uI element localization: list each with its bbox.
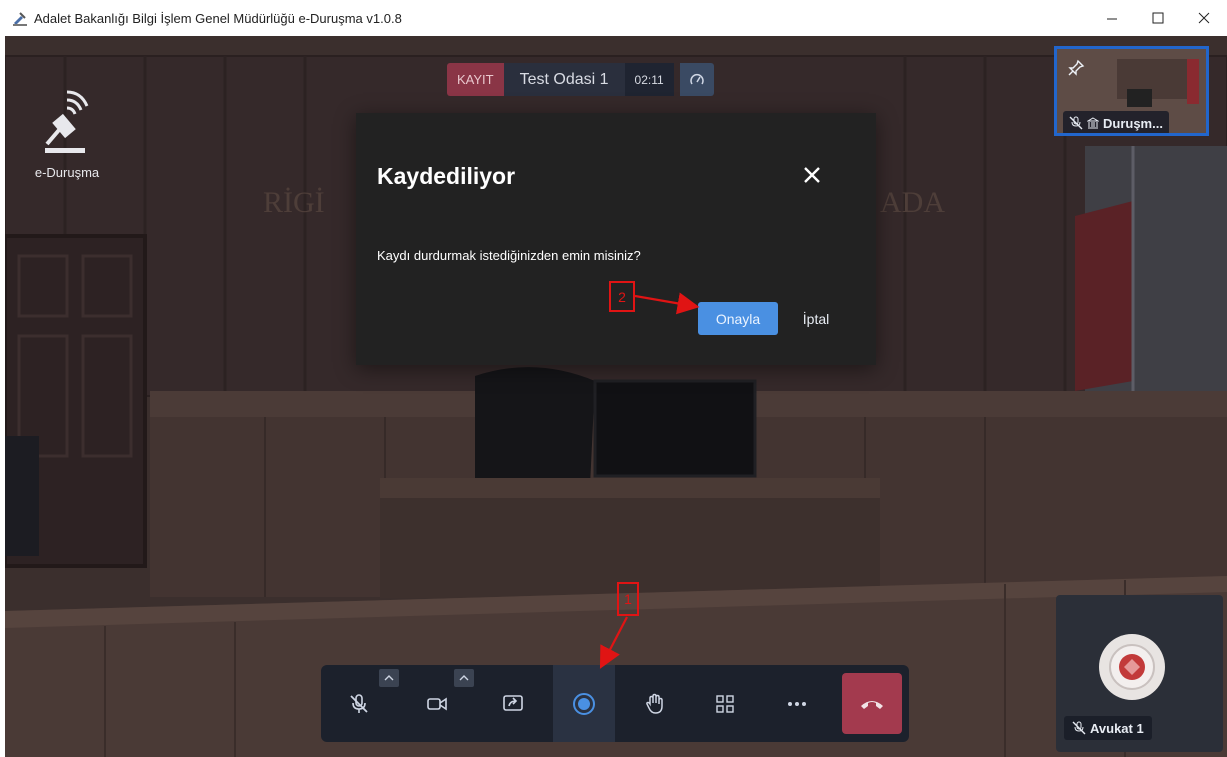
window-title-bar: Adalet Bakanlığı Bilgi İşlem Genel Müdür…	[0, 0, 1227, 36]
chevron-up-icon[interactable]	[379, 669, 399, 687]
grid-view-icon[interactable]	[697, 665, 753, 742]
participant-tile-durusma[interactable]: Duruşm...	[1054, 46, 1209, 136]
annotation-step-1: 1	[617, 582, 639, 616]
microphone-muted-icon	[1069, 116, 1083, 130]
svg-text:RİGİ: RİGİ	[263, 186, 325, 219]
raise-hand-icon[interactable]	[627, 665, 683, 742]
confirm-dialog: Kaydediliyor Kaydı durdurmak istediğiniz…	[356, 113, 876, 365]
screen-share-icon[interactable]	[485, 665, 541, 742]
svg-text:ADA: ADA	[880, 186, 945, 219]
court-icon	[1087, 117, 1099, 129]
participant-label: Avukat 1	[1064, 716, 1152, 740]
record-icon	[573, 692, 595, 715]
close-icon[interactable]	[1181, 0, 1227, 36]
maximize-icon[interactable]	[1135, 0, 1181, 36]
close-icon[interactable]	[802, 165, 822, 185]
more-icon[interactable]	[769, 665, 825, 742]
meeting-toolbar	[321, 665, 909, 742]
hang-up-button[interactable]	[842, 673, 902, 734]
chevron-up-icon[interactable]	[454, 669, 474, 687]
room-name: Test Odasi 1	[503, 63, 625, 96]
video-stage: RİGİ ADA e-Duruşma KAYIT Test Odasi 1 02…	[5, 36, 1227, 757]
app-logo-icon	[13, 12, 27, 26]
recording-badge: KAYIT	[447, 63, 504, 96]
cancel-button[interactable]: İptal	[794, 302, 838, 335]
annotation-step-2: 2	[609, 281, 635, 312]
dialog-message: Kaydı durdurmak istediğinizden emin misi…	[377, 248, 641, 263]
speedometer-icon[interactable]	[679, 63, 714, 96]
avatar	[1099, 634, 1165, 700]
minimize-icon[interactable]	[1089, 0, 1135, 36]
confirm-button[interactable]: Onayla	[698, 302, 778, 335]
microphone-muted-icon	[1072, 721, 1086, 735]
participant-label: Duruşm...	[1063, 111, 1169, 133]
e-durusma-logo: e-Duruşma	[27, 86, 107, 180]
logo-label: e-Duruşma	[34, 165, 100, 180]
gavel-icon	[45, 90, 89, 153]
meeting-top-bar: KAYIT Test Odasi 1 02:11	[447, 63, 714, 96]
ministry-seal-icon	[1109, 644, 1155, 690]
dialog-title: Kaydediliyor	[377, 163, 516, 189]
window-title: Adalet Bakanlığı Bilgi İşlem Genel Müdür…	[34, 10, 402, 26]
participant-name: Duruşm...	[1103, 115, 1163, 131]
meeting-timer: 02:11	[624, 63, 674, 96]
record-button[interactable]	[553, 665, 615, 742]
hang-up-icon	[861, 700, 883, 709]
pin-icon[interactable]	[1067, 59, 1085, 77]
participant-name: Avukat 1	[1090, 720, 1144, 736]
participant-tile-avukat[interactable]: Avukat 1	[1056, 595, 1223, 752]
